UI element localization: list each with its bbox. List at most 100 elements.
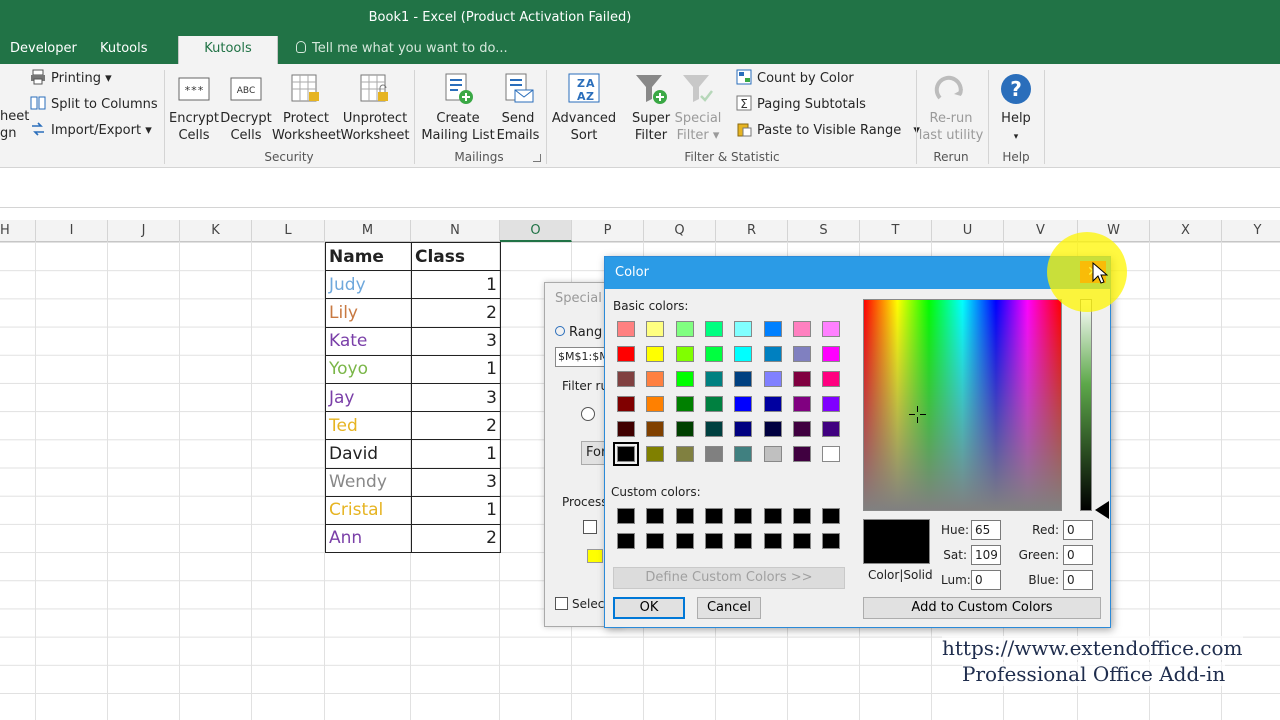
basic-color-swatch[interactable]	[704, 396, 723, 412]
basic-color-swatch[interactable]	[646, 346, 665, 362]
protect-worksheet-button[interactable]: Protect Worksheet	[272, 72, 341, 144]
header-name[interactable]: Name	[325, 241, 412, 272]
basic-color-swatch[interactable]	[763, 396, 782, 412]
process-checkbox[interactable]	[583, 520, 597, 534]
custom-color-swatch[interactable]	[675, 533, 694, 549]
basic-color-swatch[interactable]	[617, 371, 635, 387]
basic-color-swatch[interactable]	[763, 421, 782, 437]
paste-visible-range-button[interactable]: Paste to Visible Range ▾	[736, 120, 920, 142]
custom-color-swatch[interactable]	[792, 533, 811, 549]
custom-color-swatch[interactable]	[617, 533, 635, 549]
name-cell[interactable]: Cristal	[325, 495, 412, 525]
partial-ribbon-button[interactable]: heet gn	[0, 108, 29, 142]
class-cell[interactable]: 1	[411, 439, 501, 469]
class-cell[interactable]: 1	[411, 495, 501, 525]
basic-color-swatch[interactable]	[675, 321, 694, 337]
class-cell[interactable]: 1	[411, 354, 501, 384]
basic-color-swatch[interactable]	[822, 321, 841, 337]
column-header-p[interactable]: P	[572, 220, 644, 242]
name-cell[interactable]: Judy	[325, 270, 412, 300]
unprotect-worksheet-button[interactable]: Unprotect Worksheet	[340, 72, 410, 144]
basic-color-swatch[interactable]	[734, 421, 753, 437]
column-header-s[interactable]: S	[788, 220, 860, 242]
lum-input[interactable]: 0	[971, 570, 1001, 590]
custom-color-swatch[interactable]	[646, 533, 665, 549]
custom-color-swatch[interactable]	[822, 508, 841, 524]
basic-color-swatch[interactable]	[675, 446, 694, 462]
printing-button[interactable]: Printing ▾	[30, 68, 112, 90]
basic-color-swatch[interactable]	[617, 421, 635, 437]
luminance-arrow-icon[interactable]	[1095, 501, 1109, 519]
custom-color-swatch[interactable]	[675, 508, 694, 524]
basic-color-swatch[interactable]	[704, 421, 723, 437]
column-header-i[interactable]: I	[36, 220, 108, 242]
basic-color-swatch[interactable]	[734, 346, 753, 362]
fill-color-swatch[interactable]	[587, 549, 603, 563]
column-header-u[interactable]: U	[932, 220, 1004, 242]
green-input[interactable]: 0	[1063, 545, 1093, 565]
custom-color-swatch[interactable]	[792, 508, 811, 524]
column-header-y[interactable]: Y	[1222, 220, 1280, 242]
decrypt-cells-button[interactable]: ABC Decrypt Cells	[220, 72, 272, 144]
color-spectrum[interactable]	[863, 299, 1062, 511]
select-checkbox-row[interactable]: Select	[555, 597, 609, 611]
basic-color-swatch[interactable]	[613, 442, 639, 466]
column-header-t[interactable]: T	[860, 220, 932, 242]
column-header-l[interactable]: L	[252, 220, 325, 242]
tell-me-box[interactable]: Tell me what you want to do...	[296, 36, 508, 64]
basic-color-swatch[interactable]	[675, 371, 694, 387]
basic-color-swatch[interactable]	[704, 446, 723, 462]
basic-color-swatch[interactable]	[763, 371, 782, 387]
define-custom-colors-button[interactable]: Define Custom Colors >>	[613, 567, 845, 589]
send-emails-button[interactable]: Send Emails	[496, 72, 540, 144]
basic-color-swatch[interactable]	[704, 321, 723, 337]
name-cell[interactable]: David	[325, 439, 412, 469]
custom-color-swatch[interactable]	[763, 533, 782, 549]
column-header-r[interactable]: R	[716, 220, 788, 242]
custom-color-swatch[interactable]	[734, 533, 753, 549]
custom-color-swatch[interactable]	[734, 508, 753, 524]
custom-color-swatch[interactable]	[763, 508, 782, 524]
import-export-button[interactable]: Import/Export ▾	[30, 120, 152, 142]
custom-color-swatch[interactable]	[617, 508, 635, 524]
name-cell[interactable]: Ted	[325, 411, 412, 441]
basic-color-swatch[interactable]	[675, 346, 694, 362]
class-cell[interactable]: 1	[411, 270, 501, 300]
basic-color-swatch[interactable]	[763, 321, 782, 337]
add-to-custom-colors-button[interactable]: Add to Custom Colors	[863, 597, 1101, 619]
basic-color-swatch[interactable]	[792, 396, 811, 412]
super-filter-button[interactable]: Super Filter	[626, 72, 676, 144]
formula-bar-area[interactable]	[0, 168, 1280, 208]
luminance-slider[interactable]	[1080, 299, 1092, 511]
basic-color-swatch[interactable]	[822, 396, 841, 412]
basic-color-swatch[interactable]	[822, 371, 841, 387]
basic-color-swatch[interactable]	[646, 396, 665, 412]
basic-color-swatch[interactable]	[822, 421, 841, 437]
basic-color-swatch[interactable]	[675, 396, 694, 412]
basic-color-swatch[interactable]	[792, 321, 811, 337]
basic-color-swatch[interactable]	[646, 371, 665, 387]
basic-color-swatch[interactable]	[792, 346, 811, 362]
column-header-x[interactable]: X	[1150, 220, 1222, 242]
name-cell[interactable]: Wendy	[325, 467, 412, 497]
tab-kutools-plus[interactable]: Kutools Plus	[178, 36, 278, 82]
tab-kutools[interactable]: Kutools ™	[90, 36, 158, 82]
basic-color-swatch[interactable]	[646, 446, 665, 462]
basic-color-swatch[interactable]	[675, 421, 694, 437]
name-cell[interactable]: Ann	[325, 523, 412, 554]
cancel-button[interactable]: Cancel	[697, 597, 761, 619]
basic-color-swatch[interactable]	[617, 346, 635, 362]
encrypt-cells-button[interactable]: *** Encrypt Cells	[168, 72, 220, 144]
name-cell[interactable]: Kate	[325, 326, 412, 356]
mailings-dialog-launcher-icon[interactable]	[533, 154, 541, 162]
color-dialog-title-bar[interactable]: Color ✕	[605, 257, 1110, 289]
basic-color-swatch[interactable]	[704, 346, 723, 362]
class-cell[interactable]: 2	[411, 523, 501, 554]
basic-color-swatch[interactable]	[646, 421, 665, 437]
basic-color-swatch[interactable]	[704, 371, 723, 387]
custom-color-swatch[interactable]	[704, 533, 723, 549]
basic-color-swatch[interactable]	[822, 446, 841, 462]
basic-color-swatch[interactable]	[734, 371, 753, 387]
basic-color-swatch[interactable]	[792, 421, 811, 437]
column-header-m[interactable]: M	[325, 220, 411, 242]
